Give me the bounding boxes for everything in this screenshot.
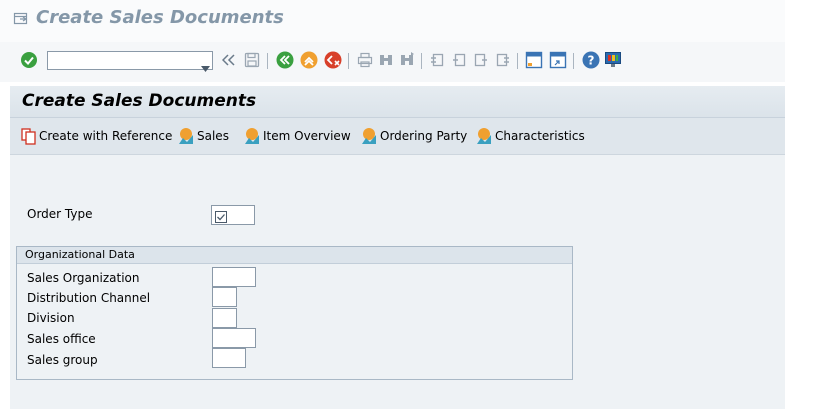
window-title: Create Sales Documents: [36, 7, 284, 28]
division-label: Division: [27, 311, 75, 325]
command-dropdown-icon[interactable]: [201, 57, 210, 76]
content-area: Order Type Organizational Data Sales Org…: [10, 155, 785, 409]
organizational-data-group: Organizational Data Sales Organization D…: [16, 246, 573, 380]
shortcut-icon[interactable]: [549, 51, 567, 69]
cancel-icon[interactable]: [324, 51, 342, 69]
sales-group-input[interactable]: [212, 348, 246, 368]
main-container: Create Sales Documents Create with Refer…: [10, 86, 785, 409]
first-page-icon[interactable]: [428, 51, 446, 69]
command-field[interactable]: [47, 51, 213, 72]
order-type-label: Order Type: [27, 207, 93, 221]
create-with-reference-button[interactable]: Create with Reference: [21, 127, 172, 145]
title-bar: Create Sales Documents: [0, 0, 785, 42]
last-page-icon[interactable]: [494, 51, 512, 69]
characteristics-label: Characteristics: [495, 129, 585, 143]
item-overview-label: Item Overview: [263, 129, 351, 143]
back-icon[interactable]: [276, 51, 294, 69]
distribution-channel-input[interactable]: [212, 287, 237, 307]
sales-office-input[interactable]: [212, 328, 256, 348]
sales-group-label: Sales group: [27, 353, 98, 367]
copy-document-icon: [21, 127, 36, 145]
sales-label: Sales: [197, 129, 229, 143]
ordering-party-button[interactable]: Ordering Party: [360, 127, 467, 145]
create-session-icon[interactable]: [525, 51, 543, 69]
print-icon[interactable]: [356, 51, 374, 69]
menu-icon[interactable]: [13, 11, 29, 27]
sales-organization-label: Sales Organization: [27, 271, 140, 285]
create-with-reference-label: Create with Reference: [39, 129, 173, 143]
find-next-icon[interactable]: [398, 51, 416, 69]
svg-text:?: ?: [588, 54, 595, 68]
item-overview-button[interactable]: Item Overview: [243, 127, 351, 145]
layout-menu-icon[interactable]: [604, 51, 622, 69]
enter-icon[interactable]: [20, 51, 38, 69]
ordering-party-label: Ordering Party: [380, 129, 468, 143]
sales-organization-input[interactable]: [212, 267, 256, 287]
previous-page-icon[interactable]: [450, 51, 468, 69]
next-page-icon[interactable]: [472, 51, 490, 69]
page-header: Create Sales Documents: [10, 86, 785, 118]
required-field-icon: [215, 208, 227, 227]
collapse-icon[interactable]: [220, 51, 238, 69]
organizational-data-header: Organizational Data: [17, 247, 572, 264]
find-icon[interactable]: [377, 51, 395, 69]
characteristics-button[interactable]: Characteristics: [475, 127, 585, 145]
exit-icon[interactable]: [300, 51, 318, 69]
sales-button[interactable]: Sales: [177, 127, 229, 145]
ordering-party-icon: [362, 128, 376, 144]
page-title: Create Sales Documents: [22, 91, 257, 111]
sales-office-label: Sales office: [27, 332, 96, 346]
save-icon[interactable]: [243, 51, 261, 69]
organizational-data-title: Organizational Data: [25, 248, 135, 261]
application-toolbar: Create with Reference Sales Item Overvie…: [10, 118, 785, 155]
division-input[interactable]: [212, 308, 237, 328]
characteristics-icon: [477, 128, 491, 144]
item-overview-icon: [245, 128, 259, 144]
order-type-input[interactable]: [211, 205, 255, 225]
sales-icon: [179, 128, 193, 144]
standard-toolbar: ?: [0, 42, 785, 82]
distribution-channel-label: Distribution Channel: [27, 291, 151, 305]
help-icon[interactable]: ?: [582, 51, 600, 69]
